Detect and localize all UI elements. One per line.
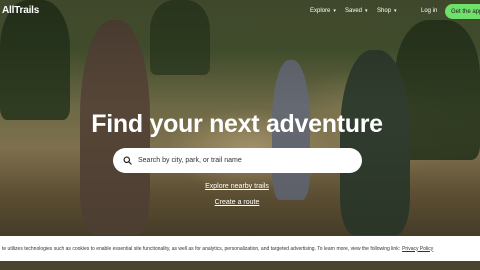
- search-icon: [123, 156, 132, 165]
- chevron-down-icon: ▾: [394, 7, 397, 14]
- nav-explore-label: Explore: [310, 8, 331, 14]
- chevron-down-icon: ▾: [365, 7, 368, 14]
- cookie-banner-text: te utilizes technologies such as cookies…: [2, 245, 401, 252]
- nav-shop-label: Shop: [377, 8, 392, 14]
- nav-saved[interactable]: Saved ▾: [345, 8, 368, 14]
- nav-explore[interactable]: Explore ▾: [310, 8, 336, 14]
- cookie-banner: te utilizes technologies such as cookies…: [0, 236, 480, 261]
- privacy-policy-link[interactable]: Privacy Policy: [402, 246, 433, 252]
- hero-bottom-strip: [0, 261, 480, 270]
- hero-headline: Find your next adventure: [91, 110, 383, 138]
- site-header: AllTrails Explore ▾ Saved ▾ Shop ▾ Log i…: [0, 0, 480, 24]
- create-route-link[interactable]: Create a route: [0, 199, 474, 206]
- get-the-app-button[interactable]: Get the app: [445, 4, 480, 19]
- explore-nearby-trails-link[interactable]: Explore nearby trails: [0, 183, 474, 190]
- login-link[interactable]: Log in: [421, 8, 437, 14]
- nav-shop[interactable]: Shop ▾: [377, 8, 397, 14]
- nav-saved-label: Saved: [345, 8, 363, 14]
- alltrails-logo[interactable]: AllTrails: [2, 5, 39, 16]
- chevron-down-icon: ▾: [333, 7, 336, 14]
- search-input[interactable]: Search by city, park, or trail name: [113, 148, 362, 173]
- search-placeholder: Search by city, park, or trail name: [138, 157, 242, 164]
